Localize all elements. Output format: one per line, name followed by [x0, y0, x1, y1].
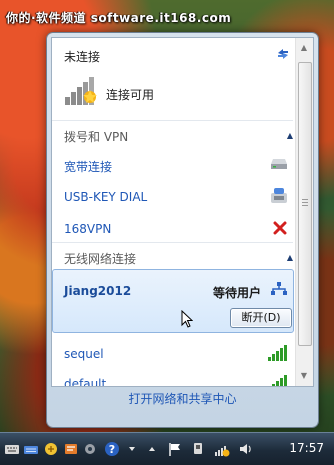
site-watermark: 你的·软件频道 software.it168.com	[6, 11, 232, 25]
scrollbar[interactable]: ▲ ▼	[295, 38, 313, 386]
network-connection-icon	[270, 281, 288, 300]
collapse-chevron-icon[interactable]: ▲	[287, 253, 293, 262]
disconnected-x-icon	[273, 221, 287, 238]
refresh-icon[interactable]	[276, 47, 290, 61]
network-status: 等待用户	[213, 286, 262, 300]
network-tray-icon[interactable]	[214, 441, 230, 457]
usb-device-icon[interactable]	[190, 441, 206, 457]
scroll-down-icon[interactable]: ▼	[298, 369, 310, 383]
options-icon[interactable]	[63, 441, 79, 457]
network-list-panel: 未连接 连接可用 拨号和 VPN ▲ 宽带连接 USB-KEY DIAL 168…	[51, 37, 314, 387]
dialup-item-label: USB-KEY DIAL	[64, 190, 148, 204]
keyboard-icon[interactable]	[23, 441, 39, 457]
flag-icon[interactable]	[167, 441, 183, 457]
divider	[52, 242, 293, 243]
collapse-chevron-icon[interactable]: ▲	[287, 131, 293, 140]
signal-strength-icon	[267, 374, 289, 386]
network-sharing-center-link[interactable]: 打开网络和共享中心	[47, 390, 318, 407]
status-available: 连接可用	[106, 88, 155, 102]
network-flyout: 未连接 连接可用 拨号和 VPN ▲ 宽带连接 USB-KEY DIAL 168…	[47, 33, 318, 427]
selected-network[interactable]: Jiang2012 等待用户 断开(D)	[52, 269, 294, 333]
network-label: default	[64, 377, 107, 387]
dialup-item-label: 宽带连接	[64, 160, 113, 174]
divider	[52, 120, 293, 121]
input-method-icon[interactable]	[43, 441, 59, 457]
mouse-cursor-icon	[181, 309, 194, 331]
taskbar-clock[interactable]: 17:57	[289, 441, 324, 455]
scroll-up-icon[interactable]: ▲	[298, 41, 310, 55]
volume-icon[interactable]	[238, 441, 254, 457]
settings-icon[interactable]	[82, 441, 98, 457]
dialup-item-label: 168VPN	[64, 222, 112, 236]
dialup-phone-icon	[269, 187, 289, 208]
status-title: 未连接	[64, 50, 101, 64]
section-dialup-header: 拨号和 VPN	[64, 130, 129, 144]
chevron-down-icon[interactable]	[124, 441, 140, 457]
wireless-bars-icon	[64, 76, 100, 106]
svg-text:?: ?	[109, 443, 115, 456]
keyboard-language-icon[interactable]	[4, 441, 20, 457]
network-label: sequel	[64, 347, 104, 361]
show-hidden-icons-icon[interactable]	[144, 441, 160, 457]
network-ssid: Jiang2012	[64, 284, 132, 298]
help-icon[interactable]: ?	[104, 441, 120, 457]
taskbar: ? 17:57	[0, 432, 334, 465]
disconnect-button[interactable]: 断开(D)	[230, 308, 292, 328]
signal-strength-icon	[267, 344, 289, 365]
section-wireless-header: 无线网络连接	[64, 252, 137, 266]
modem-icon	[269, 156, 289, 175]
scroll-thumb[interactable]	[298, 62, 312, 346]
